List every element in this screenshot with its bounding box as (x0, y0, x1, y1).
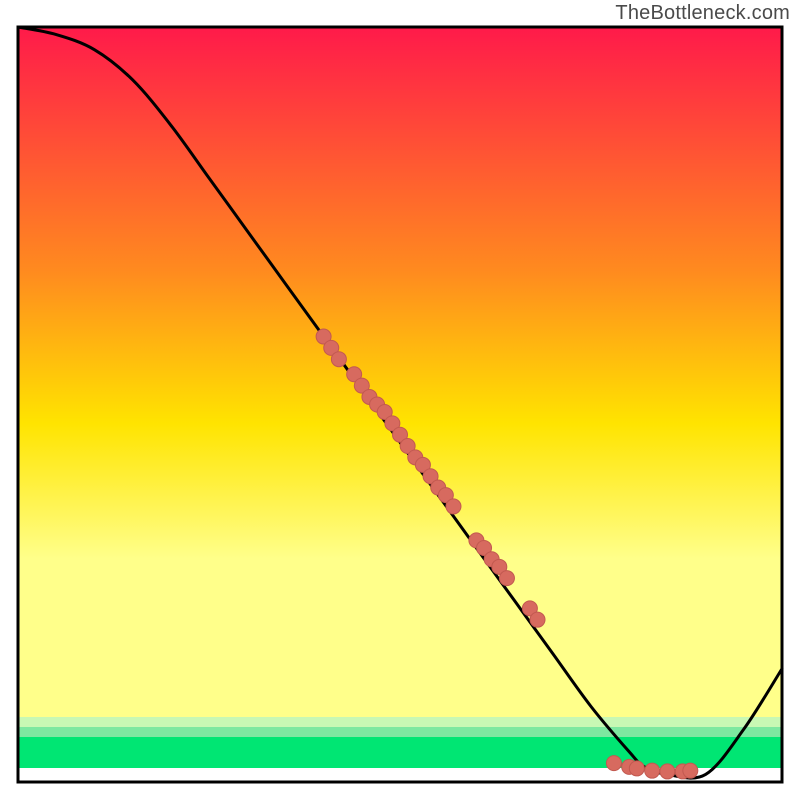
green-band (18, 737, 782, 768)
plot-area (18, 27, 782, 782)
green-transition-1 (18, 717, 782, 727)
pale-yellow-band (18, 667, 782, 717)
scatter-point (331, 352, 346, 367)
scatter-point (660, 764, 675, 779)
plot-svg (0, 0, 800, 800)
scatter-point (645, 763, 660, 778)
scatter-point (446, 499, 461, 514)
bottleneck-chart: TheBottleneck.com (0, 0, 800, 800)
scatter-point (606, 756, 621, 771)
scatter-point (629, 761, 644, 776)
watermark-label: TheBottleneck.com (615, 2, 790, 25)
heat-gradient (18, 27, 782, 667)
scatter-point (683, 763, 698, 778)
scatter-point (499, 571, 514, 586)
scatter-point (530, 612, 545, 627)
green-transition-2 (18, 727, 782, 737)
